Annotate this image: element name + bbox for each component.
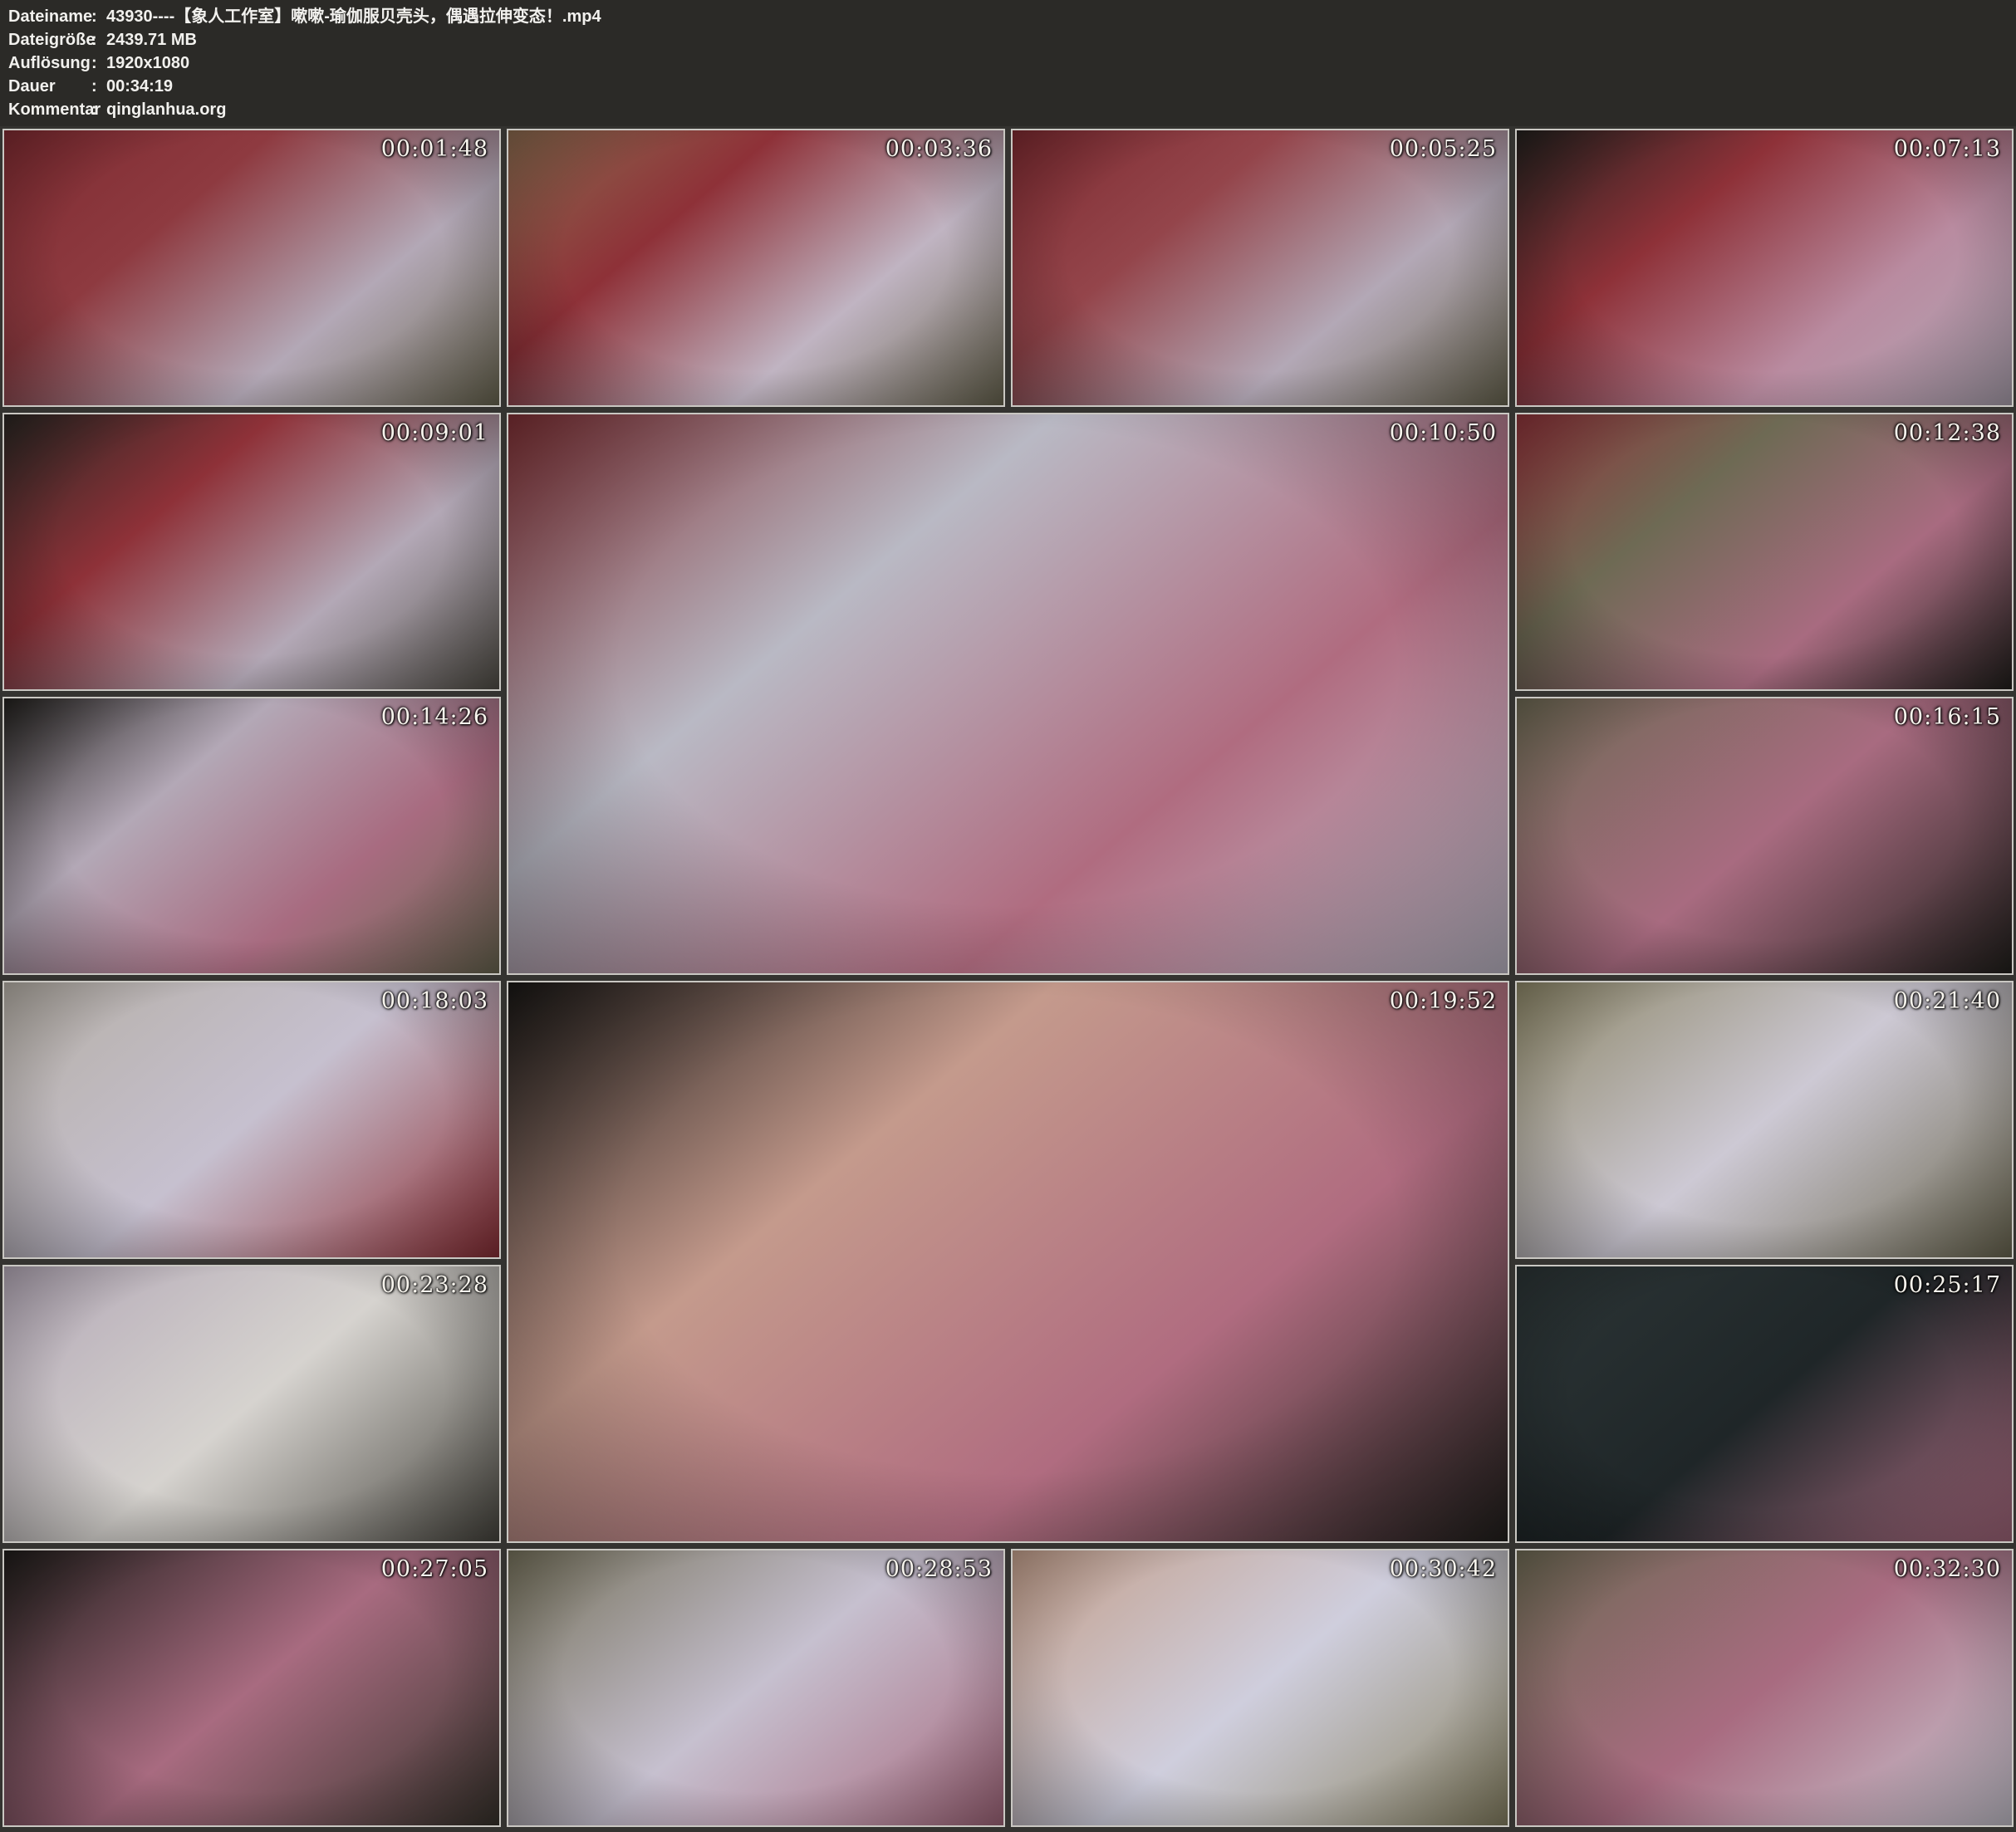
metadata-value: 2439.71 MB: [106, 28, 197, 51]
video-thumbnail[interactable]: 00:30:42: [1011, 1549, 1509, 1827]
video-thumbnail[interactable]: 00:07:13: [1515, 129, 2014, 407]
metadata-row: Kommentar : qinglanhua.org: [8, 98, 2016, 121]
metadata-separator: :: [91, 75, 106, 98]
metadata-row: Auflösung : 1920x1080: [8, 51, 2016, 75]
video-thumbnail[interactable]: 00:19:52: [507, 981, 1509, 1543]
video-thumbnail[interactable]: 00:21:40: [1515, 981, 2014, 1259]
timestamp-overlay: 00:27:05: [381, 1556, 488, 1582]
timestamp-overlay: 00:05:25: [1390, 136, 1497, 162]
video-thumbnail[interactable]: 00:12:38: [1515, 413, 2014, 691]
metadata-value: qinglanhua.org: [106, 98, 226, 121]
video-thumbnail[interactable]: 00:18:03: [2, 981, 501, 1259]
metadata-value: 1920x1080: [106, 51, 189, 75]
timestamp-overlay: 00:21:40: [1894, 988, 2001, 1014]
metadata-value: 00:34:19: [106, 75, 173, 98]
file-metadata-header: Dateiname : 43930----【象人工作室】嗽嗽-瑜伽服贝壳头，偶遇…: [0, 0, 2016, 126]
metadata-separator: :: [91, 28, 106, 51]
timestamp-overlay: 00:28:53: [885, 1556, 993, 1582]
timestamp-overlay: 00:19:52: [1390, 988, 1497, 1014]
video-thumbnail[interactable]: 00:23:28: [2, 1265, 501, 1543]
metadata-value: 43930----【象人工作室】嗽嗽-瑜伽服贝壳头，偶遇拉伸变态！.mp4: [106, 5, 601, 28]
timestamp-overlay: 00:07:13: [1894, 136, 2001, 162]
video-thumbnail[interactable]: 00:01:48: [2, 129, 501, 407]
video-thumbnail[interactable]: 00:09:01: [2, 413, 501, 691]
video-thumbnail[interactable]: 00:28:53: [507, 1549, 1005, 1827]
metadata-separator: :: [91, 98, 106, 121]
metadata-row: Dateiname : 43930----【象人工作室】嗽嗽-瑜伽服贝壳头，偶遇…: [8, 5, 2016, 28]
video-thumbnail[interactable]: 00:03:36: [507, 129, 1005, 407]
metadata-separator: :: [91, 51, 106, 75]
metadata-label: Dateigröße: [8, 28, 91, 51]
timestamp-overlay: 00:30:42: [1390, 1556, 1497, 1582]
metadata-label: Dateiname: [8, 5, 91, 28]
video-thumbnail[interactable]: 00:05:25: [1011, 129, 1509, 407]
timestamp-overlay: 00:18:03: [381, 988, 488, 1014]
timestamp-overlay: 00:16:15: [1894, 704, 2001, 730]
metadata-separator: :: [91, 5, 106, 28]
thumbnail-grid: 00:01:48 00:03:36 00:05:25 00:07:13 00:0…: [2, 129, 2014, 1827]
timestamp-overlay: 00:14:26: [381, 704, 488, 730]
metadata-row: Dateigröße : 2439.71 MB: [8, 28, 2016, 51]
metadata-row: Dauer : 00:34:19: [8, 75, 2016, 98]
video-thumbnail[interactable]: 00:14:26: [2, 697, 501, 975]
video-thumbnail[interactable]: 00:27:05: [2, 1549, 501, 1827]
video-thumbnail[interactable]: 00:16:15: [1515, 697, 2014, 975]
timestamp-overlay: 00:09:01: [381, 420, 488, 446]
video-thumbnail[interactable]: 00:25:17: [1515, 1265, 2014, 1543]
timestamp-overlay: 00:10:50: [1390, 420, 1497, 446]
timestamp-overlay: 00:01:48: [381, 136, 488, 162]
timestamp-overlay: 00:12:38: [1894, 420, 2001, 446]
metadata-label: Auflösung: [8, 51, 91, 75]
timestamp-overlay: 00:25:17: [1894, 1272, 2001, 1298]
video-thumbnail[interactable]: 00:32:30: [1515, 1549, 2014, 1827]
metadata-label: Kommentar: [8, 98, 91, 121]
video-thumbnail[interactable]: 00:10:50: [507, 413, 1509, 975]
timestamp-overlay: 00:03:36: [885, 136, 993, 162]
metadata-label: Dauer: [8, 75, 91, 98]
timestamp-overlay: 00:23:28: [381, 1272, 488, 1298]
timestamp-overlay: 00:32:30: [1894, 1556, 2001, 1582]
